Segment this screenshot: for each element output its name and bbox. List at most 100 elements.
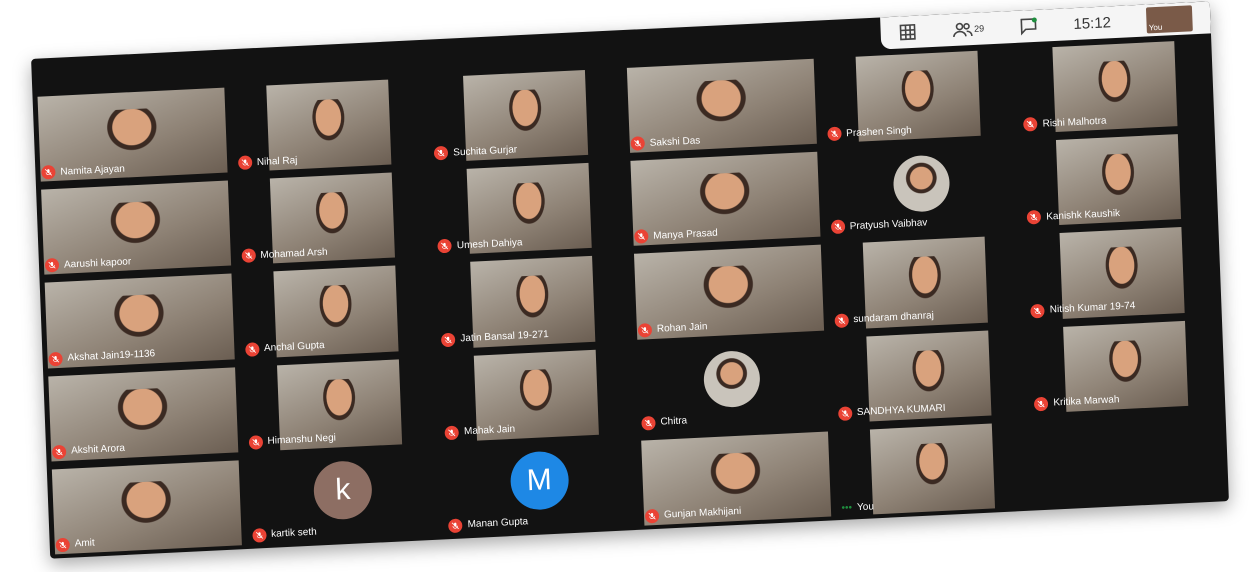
self-preview-label: You xyxy=(1148,22,1163,33)
participant-name: Mahak Jain xyxy=(463,424,516,438)
participant-photo xyxy=(703,349,762,409)
participant-tile-mohamad-arsh[interactable]: Mohamad Arsh xyxy=(232,167,432,270)
participant-name: kartik seth xyxy=(270,527,317,541)
participant-name: Sakshi Das xyxy=(649,135,701,149)
participant-name: Akshit Arora xyxy=(70,443,126,457)
mic-off-icon xyxy=(1030,303,1046,319)
participant-face xyxy=(901,255,950,310)
participant-name: Amit xyxy=(74,537,95,550)
self-preview[interactable]: You xyxy=(1146,5,1194,34)
layout-grid-icon[interactable] xyxy=(898,23,917,42)
participant-face xyxy=(1097,246,1146,300)
participant-tile-prashen-singh[interactable]: Prashen Singh xyxy=(818,45,1018,148)
participant-face xyxy=(99,200,173,256)
participant-face xyxy=(308,191,357,245)
participant-tile-suchita-gurjar[interactable]: Suchita Gurjar xyxy=(425,64,625,167)
participant-tile-kartik-seth[interactable]: k kartik seth xyxy=(243,446,443,549)
participant-tile-sundaram-dhanraj[interactable]: sundaram dhanraj xyxy=(825,231,1025,334)
participant-face xyxy=(504,181,553,236)
participant-grid: Namita Ajayan Nihal Raj Suchita Gurjar Saks… xyxy=(32,35,1229,558)
participant-tile-anchal-gupta[interactable]: Anchal Gupta xyxy=(236,260,436,363)
participant-tile-namita-ajayan[interactable]: Namita Ajayan xyxy=(32,83,232,186)
participant-tile-manya-prasad[interactable]: Manya Prasad xyxy=(625,148,825,251)
mic-off-icon xyxy=(834,312,849,328)
mic-off-icon xyxy=(444,425,460,440)
participant-name: Prashen Singh xyxy=(845,124,912,139)
mic-off-icon xyxy=(448,518,463,534)
participant-tile-kanishk-kaushik[interactable]: Kanishk Kaushik xyxy=(1018,128,1218,231)
mic-off-icon xyxy=(630,136,646,151)
participant-tile-sakshi-das[interactable]: Sakshi Das xyxy=(622,55,822,158)
participant-tile-akshat-jain19-1136[interactable]: Akshat Jain19-1136 xyxy=(40,270,240,373)
participant-name: SANDHYA KUMARI xyxy=(856,403,946,419)
mic-off-icon xyxy=(237,155,253,171)
participant-tile-kritika-marwah[interactable]: Kritika Marwah xyxy=(1025,315,1225,418)
mic-off-icon xyxy=(637,322,653,338)
participant-avatar: M xyxy=(509,450,570,512)
mic-off-icon xyxy=(1026,210,1042,225)
mic-off-icon xyxy=(634,229,649,245)
participant-tile-rishi-malhotra[interactable]: Rishi Malhotra xyxy=(1015,35,1215,138)
mic-off-icon xyxy=(48,351,63,367)
mic-off-icon xyxy=(826,126,842,142)
participant-tile-sandhya-kumari[interactable]: SANDHYA KUMARI xyxy=(829,324,1029,427)
participant-video xyxy=(869,423,995,515)
participant-face xyxy=(501,88,550,143)
participant-face xyxy=(103,293,176,349)
participant-name: Jatin Bansal 19-271 xyxy=(460,329,549,345)
participant-face xyxy=(1101,339,1150,393)
participant-name: Suchita Gurjar xyxy=(453,144,518,159)
mic-off-icon xyxy=(51,444,67,460)
participant-label: Pratyush Vaibhav xyxy=(830,216,928,235)
participant-tile-akshit-arora[interactable]: Akshit Arora xyxy=(43,363,243,466)
participant-name: Pratyush Vaibhav xyxy=(849,217,928,233)
participant-name: Aarushi kapoor xyxy=(63,256,132,271)
participant-face xyxy=(894,69,943,123)
audio-dots-icon: ••• xyxy=(841,502,853,514)
participant-name: Kritika Marwah xyxy=(1053,394,1120,409)
mic-off-icon xyxy=(41,165,56,180)
participant-face xyxy=(511,368,561,422)
participant-name: Manan Gupta xyxy=(467,516,529,531)
mic-off-icon xyxy=(244,341,260,357)
participant-tile-umesh-dahiya[interactable]: Umesh Dahiya xyxy=(429,157,629,260)
mic-off-icon xyxy=(437,239,453,254)
participant-tile-nihal-raj[interactable]: Nihal Raj xyxy=(229,74,429,177)
participant-name: Himanshu Negi xyxy=(267,432,337,448)
participant-face xyxy=(685,78,759,134)
participant-name: Gunjan Makhijani xyxy=(663,506,742,522)
participant-face xyxy=(95,107,169,162)
participant-name: Kanishk Kaushik xyxy=(1046,207,1121,223)
participant-tile-chitra[interactable]: Chitra xyxy=(632,334,832,437)
participant-tile-rohan-jain[interactable]: Rohan Jain xyxy=(629,241,829,344)
mic-off-icon xyxy=(441,332,456,347)
participant-tile-gunjan-makhijani[interactable]: Gunjan Makhijani xyxy=(636,427,836,530)
mic-off-icon xyxy=(830,219,846,235)
participant-face xyxy=(311,284,361,339)
participant-name: Anchal Gupta xyxy=(263,340,325,355)
participant-tile-nitish-kumar-19-74[interactable]: Nitish Kumar 19-74 xyxy=(1022,222,1222,325)
participant-face xyxy=(508,275,557,329)
participant-name: Akshat Jain19-1136 xyxy=(67,348,156,364)
participant-tile-amit[interactable]: Amit xyxy=(47,456,247,559)
participant-tile-manan-gupta[interactable]: M Manan Gupta xyxy=(440,437,640,540)
participant-label: Nihal Raj xyxy=(237,153,298,171)
participant-name: Rohan Jain xyxy=(656,321,708,335)
participant-name: Nihal Raj xyxy=(256,154,298,168)
participant-face xyxy=(1094,153,1143,207)
participant-tile-pratyush-vaibhav[interactable]: Pratyush Vaibhav xyxy=(822,138,1022,241)
participant-label: Amit xyxy=(55,536,95,553)
meeting-screen: 29 15:12 You Namita Ajayan Nihal Raj Suchi… xyxy=(31,1,1229,559)
participants-button[interactable]: 29 xyxy=(952,20,985,38)
participant-tile-jatin-bansal-19-271[interactable]: Jatin Bansal 19-271 xyxy=(432,250,632,353)
participant-tile-himanshu-negi[interactable]: Himanshu Negi xyxy=(240,353,440,456)
participant-tile-aarushi-kapoor[interactable]: Aarushi kapoor xyxy=(36,176,236,279)
chat-button[interactable] xyxy=(1019,17,1038,36)
participant-face xyxy=(1090,60,1139,114)
participant-face xyxy=(106,386,180,442)
participant-tile-you[interactable]: ••• You xyxy=(832,417,1032,520)
participant-tile-mahak-jain[interactable]: Mahak Jain xyxy=(436,344,636,447)
chat-icon xyxy=(1020,17,1038,36)
participant-label: Manan Gupta xyxy=(448,515,529,534)
mic-off-icon xyxy=(55,537,71,553)
